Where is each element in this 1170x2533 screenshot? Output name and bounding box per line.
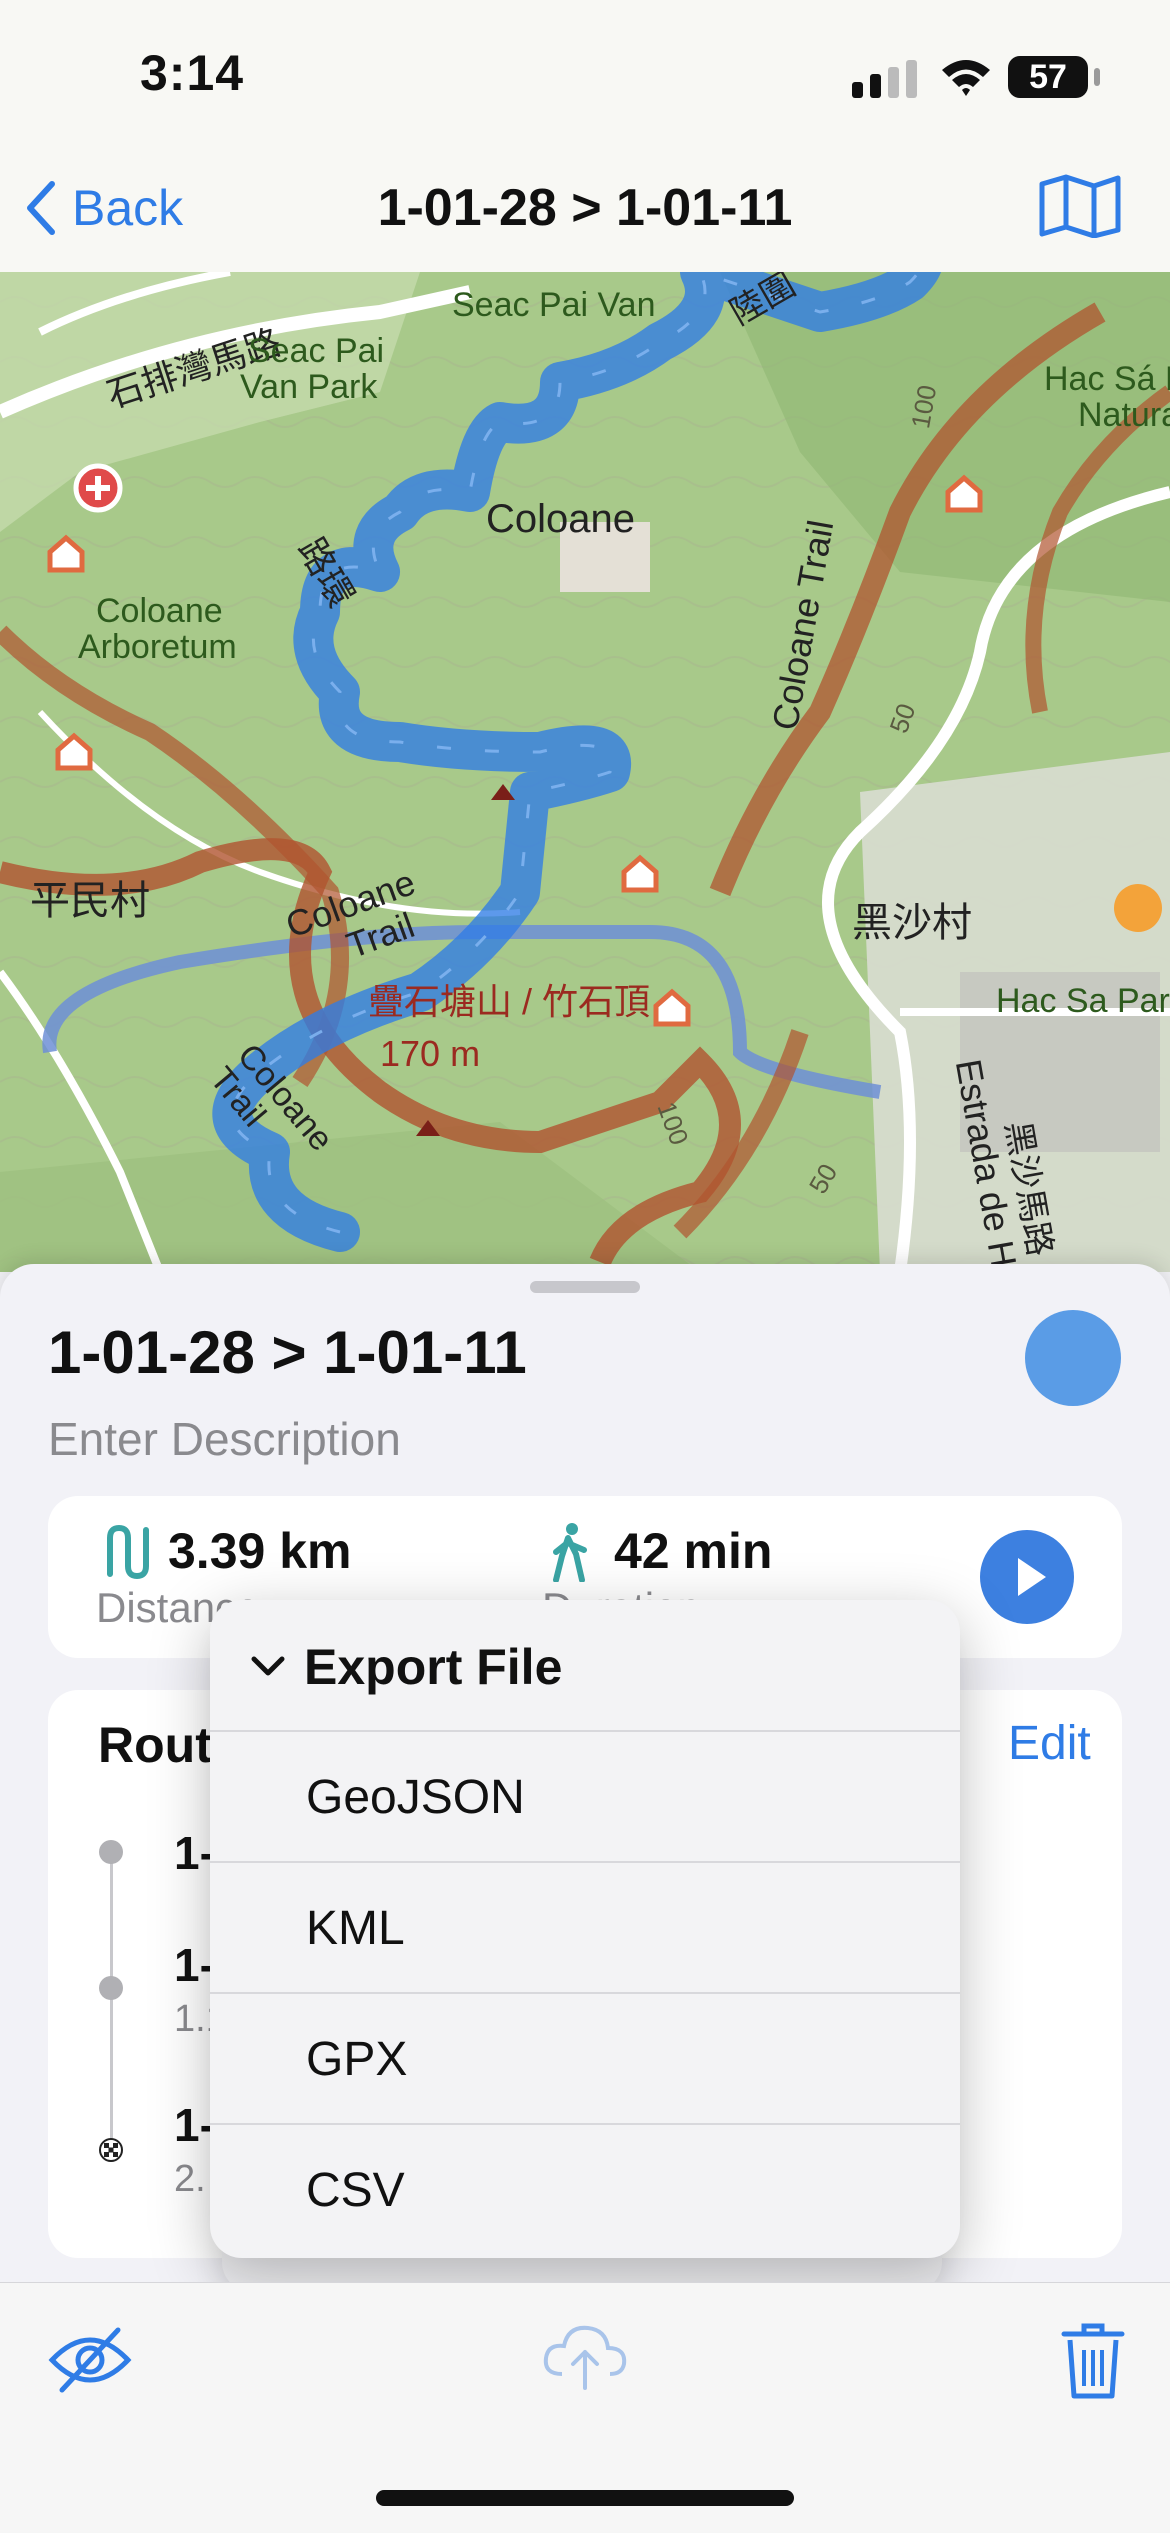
export-menu: Export File GeoJSON KML GPX CSV bbox=[210, 1600, 960, 2258]
waypoint-name[interactable]: 1- bbox=[174, 1938, 215, 1992]
export-option-label: CSV bbox=[306, 2164, 405, 2217]
map-label-hac-sa-park: Hac Sa Park bbox=[996, 982, 1170, 1020]
distance-value: 3.39 km bbox=[168, 1523, 352, 1579]
map-label-hac-sa-chun: 黑沙村 bbox=[852, 901, 972, 945]
waypoint-name[interactable]: 1- bbox=[174, 2098, 215, 2152]
play-icon bbox=[1018, 1558, 1046, 1596]
trash-icon[interactable] bbox=[1060, 2320, 1126, 2402]
chevron-down-icon bbox=[251, 1656, 285, 1676]
map-view[interactable]: 石排灣馬路 Seac Pai Van Seac Pai Van Park Colo… bbox=[0, 272, 1170, 1272]
nav-title: 1-01-28 > 1-01-11 bbox=[377, 179, 793, 237]
edit-button[interactable]: Edit bbox=[1008, 1716, 1091, 1771]
route-color-button[interactable] bbox=[1025, 1310, 1121, 1406]
export-option-label: KML bbox=[306, 1902, 405, 1955]
cloud-upload-icon[interactable] bbox=[540, 2318, 630, 2394]
home-indicator bbox=[376, 2490, 794, 2506]
map-label-elevation: 170 m bbox=[380, 1033, 480, 1074]
route-distance-icon bbox=[107, 1524, 149, 1580]
duration-value: 42 min bbox=[614, 1523, 773, 1579]
walking-icon bbox=[553, 1523, 587, 1582]
chevron-left-icon bbox=[27, 181, 55, 235]
route-title[interactable]: 1-01-28 > 1-01-11 bbox=[48, 1318, 527, 1387]
export-option-label: GPX bbox=[306, 2033, 408, 2086]
hospital-marker bbox=[73, 463, 123, 513]
export-option-label: GeoJSON bbox=[306, 1771, 525, 1824]
map-label-alto: 疊石塘山 / 竹石頂 bbox=[368, 981, 650, 1022]
sheet-grabber[interactable] bbox=[530, 1281, 640, 1293]
back-label: Back bbox=[72, 180, 184, 236]
map-label-seac-pai-van-park: Seac Pai Van Park bbox=[240, 332, 384, 406]
export-option-geojson[interactable]: GeoJSON bbox=[210, 1730, 960, 1863]
play-button[interactable] bbox=[980, 1530, 1074, 1624]
export-option-csv[interactable]: CSV bbox=[210, 2123, 960, 2256]
map-label-seac-pai-van: Seac Pai Van bbox=[452, 286, 656, 324]
back-button[interactable]: Back bbox=[24, 176, 183, 240]
description-field[interactable]: Enter Description bbox=[48, 1412, 401, 1466]
waypoint-timeline bbox=[110, 1850, 113, 2150]
map-book-icon[interactable] bbox=[1038, 174, 1122, 238]
cellular-signal-icon bbox=[852, 60, 917, 98]
waypoint-distance: 2. bbox=[174, 2158, 206, 2200]
battery-indicator: 57 bbox=[1008, 56, 1100, 98]
export-menu-header[interactable]: Export File bbox=[250, 1638, 562, 1696]
waypoint-name[interactable]: 1- bbox=[174, 1826, 215, 1880]
waypoint-dot bbox=[99, 1976, 123, 2000]
status-time: 3:14 bbox=[140, 45, 245, 101]
export-option-kml[interactable]: KML bbox=[210, 1861, 960, 1994]
eye-slash-icon[interactable] bbox=[48, 2324, 132, 2396]
export-menu-title: Export File bbox=[304, 1639, 563, 1695]
waypoint-dot bbox=[99, 1840, 123, 1864]
map-label-peng-man-chun: 平民村 bbox=[30, 879, 150, 923]
map-label-coloane: Coloane bbox=[486, 497, 635, 541]
finish-flag-icon bbox=[99, 2138, 123, 2162]
map-label-coloane-arboretum: Coloane Arboretum bbox=[78, 592, 237, 666]
export-option-gpx[interactable]: GPX bbox=[210, 1992, 960, 2125]
wifi-icon bbox=[942, 60, 990, 96]
